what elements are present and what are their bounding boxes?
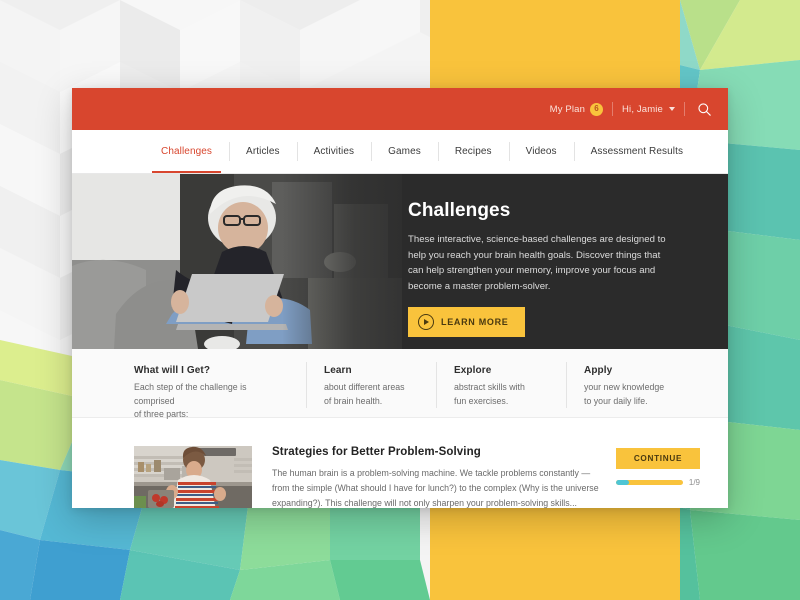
part-explore: Explore abstract skills with fun exercis… [436, 361, 566, 409]
part-title: Explore [454, 365, 492, 376]
part-learn: Learn about different areas of brain hea… [306, 361, 436, 409]
hero-content: Challenges These interactive, science-ba… [408, 200, 678, 338]
section-subtext-line-2: of three parts: [134, 409, 189, 420]
divider [684, 102, 685, 116]
progress-row: 1/9 [616, 478, 700, 487]
part-title: Learn [324, 365, 352, 376]
hero-banner: Challenges These interactive, science-ba… [72, 174, 728, 349]
parts-intro: What will I Get? Each step of the challe… [72, 365, 306, 422]
section-subtext-line-1: Each step of the challenge is comprised [134, 382, 247, 406]
tab-assessment-results[interactable]: Assessment Results [573, 130, 700, 173]
tab-label: Assessment Results [590, 146, 684, 157]
learn-more-button[interactable]: LEARN MORE [408, 307, 525, 338]
part-line-1: abstract skills with [454, 382, 525, 392]
play-circle-icon [418, 314, 434, 331]
tab-label: Articles [246, 146, 280, 157]
search-icon[interactable] [697, 102, 712, 117]
challenge-thumbnail [134, 446, 252, 508]
part-line-1: about different areas [324, 382, 405, 392]
tab-videos[interactable]: Videos [508, 130, 574, 173]
challenge-actions: CONTINUE 1/9 [616, 446, 700, 508]
chevron-down-icon [669, 107, 675, 111]
part-apply: Apply your new knowledge to your daily l… [566, 361, 696, 409]
part-line-2: fun exercises. [454, 395, 509, 406]
tab-label: Videos [525, 146, 557, 157]
continue-label: CONTINUE [633, 454, 683, 463]
part-line-1: your new knowledge [584, 382, 665, 392]
tab-label: Challenges [161, 146, 213, 157]
app-window: My Plan 6 Hi, Jamie Challenges Articles … [72, 88, 728, 508]
greeting-label: Hi, Jamie [622, 103, 663, 115]
learn-more-label: LEARN MORE [441, 317, 509, 328]
what-will-i-get-section: What will I Get? Each step of the challe… [72, 349, 728, 419]
my-plan-badge: 6 [590, 102, 604, 116]
divider [612, 102, 614, 116]
tab-games[interactable]: Games [371, 130, 438, 173]
tab-label: Activities [313, 146, 355, 157]
account-menu[interactable]: Hi, Jamie [622, 104, 675, 115]
my-plan-label: My Plan [549, 103, 586, 115]
tab-recipes[interactable]: Recipes [437, 130, 509, 173]
page-title: Challenges [408, 200, 511, 221]
challenge-text-block: Strategies for Better Problem-Solving Th… [252, 446, 616, 508]
challenge-list-item[interactable]: Strategies for Better Problem-Solving Th… [72, 418, 728, 508]
part-line-2: to your daily life. [584, 395, 648, 406]
progress-bar-fill [616, 480, 630, 485]
tab-activities[interactable]: Activities [296, 130, 371, 173]
continue-button[interactable]: CONTINUE [616, 448, 700, 469]
challenge-title: Strategies for Better Problem-Solving [272, 446, 481, 458]
main-navigation: Challenges Articles Activities Games Rec… [72, 130, 728, 174]
part-title: Apply [584, 365, 613, 376]
tab-label: Recipes [454, 146, 492, 157]
top-bar-actions: My Plan 6 Hi, Jamie [550, 102, 712, 117]
my-plan-link[interactable]: My Plan 6 [549, 102, 604, 116]
challenge-description: The human brain is a problem-solving mac… [272, 468, 599, 508]
top-bar: My Plan 6 Hi, Jamie [72, 88, 728, 130]
hero-description: These interactive, science-based challen… [408, 234, 666, 292]
tab-label: Games [388, 146, 421, 157]
progress-bar [616, 480, 683, 485]
section-heading: What will I Get? [134, 365, 211, 376]
progress-label: 1/9 [688, 478, 700, 487]
tab-challenges[interactable]: Challenges [144, 130, 229, 173]
tab-articles[interactable]: Articles [229, 130, 297, 173]
part-line-2: of brain health. [324, 395, 383, 406]
